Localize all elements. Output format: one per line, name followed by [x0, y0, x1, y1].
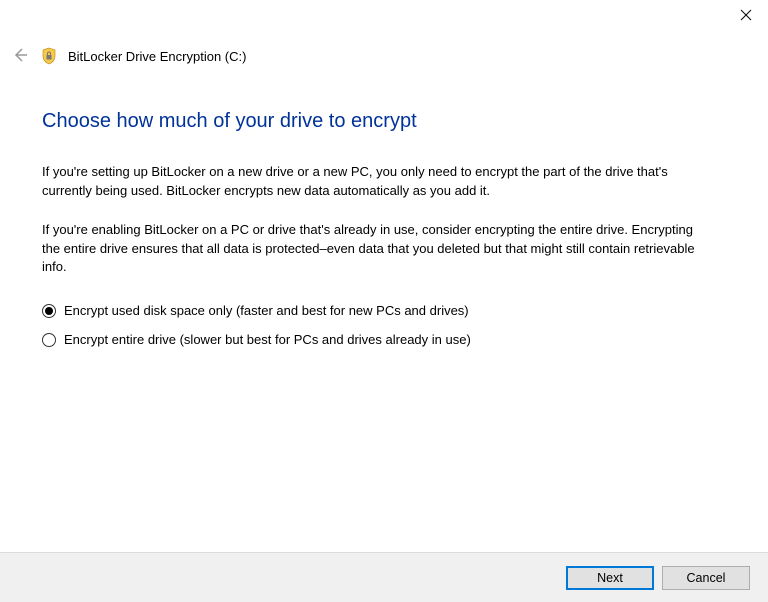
- bitlocker-shield-icon: [40, 47, 58, 65]
- radio-icon: [42, 304, 56, 318]
- close-icon: [740, 9, 752, 24]
- back-arrow-icon: [12, 47, 28, 66]
- option-label: Encrypt used disk space only (faster and…: [64, 303, 469, 318]
- option-label: Encrypt entire drive (slower but best fo…: [64, 332, 471, 347]
- paragraph-1: If you're setting up BitLocker on a new …: [42, 163, 702, 201]
- option-encrypt-used-space[interactable]: Encrypt used disk space only (faster and…: [42, 303, 730, 318]
- encryption-options: Encrypt used disk space only (faster and…: [42, 303, 730, 347]
- page-heading: Choose how much of your drive to encrypt: [42, 110, 730, 133]
- wizard-header: BitLocker Drive Encryption (C:): [0, 32, 768, 66]
- back-button[interactable]: [10, 46, 30, 66]
- wizard-footer: Next Cancel: [0, 552, 768, 602]
- window-title: BitLocker Drive Encryption (C:): [68, 49, 246, 64]
- titlebar: [0, 0, 768, 32]
- cancel-button[interactable]: Cancel: [662, 566, 750, 590]
- content-area: Choose how much of your drive to encrypt…: [0, 66, 768, 347]
- next-button[interactable]: Next: [566, 566, 654, 590]
- paragraph-2: If you're enabling BitLocker on a PC or …: [42, 221, 702, 278]
- option-encrypt-entire-drive[interactable]: Encrypt entire drive (slower but best fo…: [42, 332, 730, 347]
- close-button[interactable]: [736, 6, 756, 26]
- radio-icon: [42, 333, 56, 347]
